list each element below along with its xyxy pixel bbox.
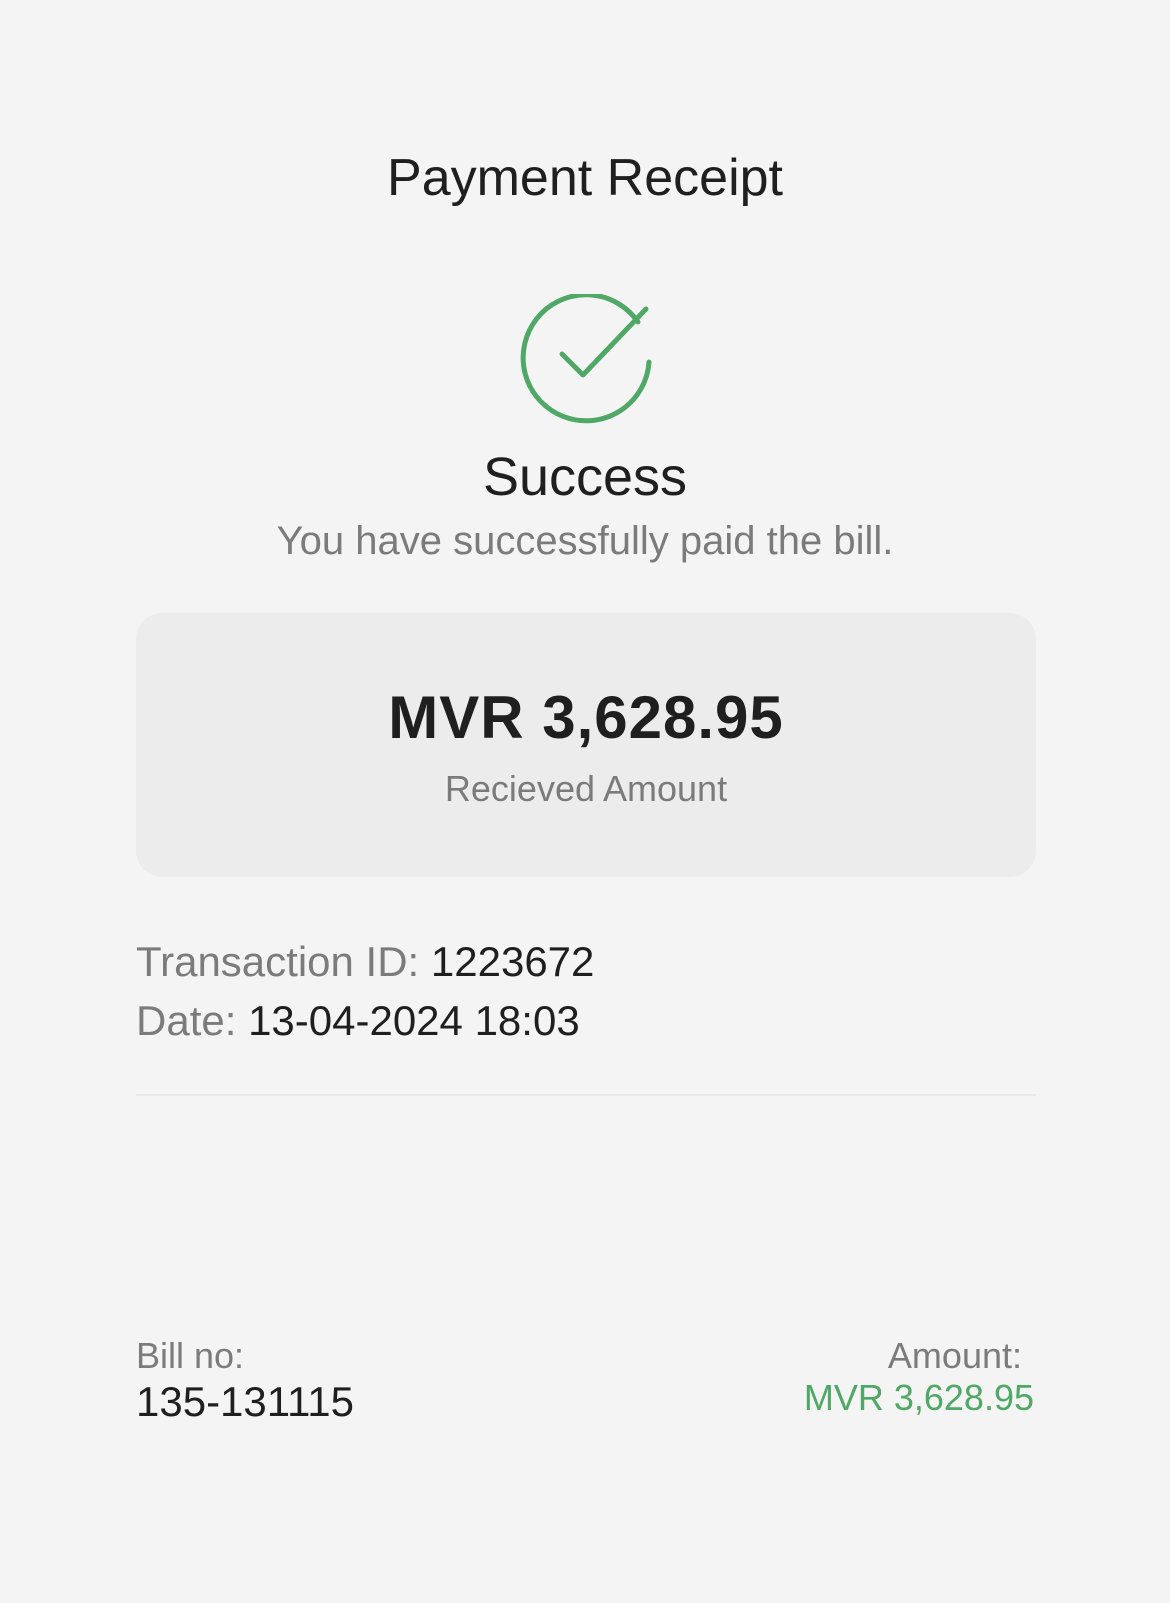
bill-amount-value: MVR 3,628.95 [803,1377,1034,1418]
transaction-id-row: Transaction ID: 1223672 [136,938,594,986]
date-value: 13-04-2024 18:03 [248,997,580,1044]
date-label: Date: [136,997,237,1044]
divider [136,1094,1036,1096]
amount-card: MVR 3,628.95 Recieved Amount [136,613,1036,877]
received-amount-value: MVR 3,628.95 [388,684,784,751]
bill-amount-label: Amount: [887,1335,1022,1376]
status-title: Success [482,447,688,507]
transaction-id-label: Transaction ID: [136,938,420,985]
page-title: Payment Receipt [387,149,783,207]
check-circle-icon [520,294,652,424]
transaction-id-value: 1223672 [430,938,595,985]
bill-no-label: Bill no: [136,1335,245,1376]
received-amount-caption: Recieved Amount [444,768,728,809]
bill-no-value: 135-131115 [136,1378,354,1425]
date-row: Date: 13-04-2024 18:03 [136,997,580,1045]
status-message: You have successfully paid the bill. [276,519,894,563]
